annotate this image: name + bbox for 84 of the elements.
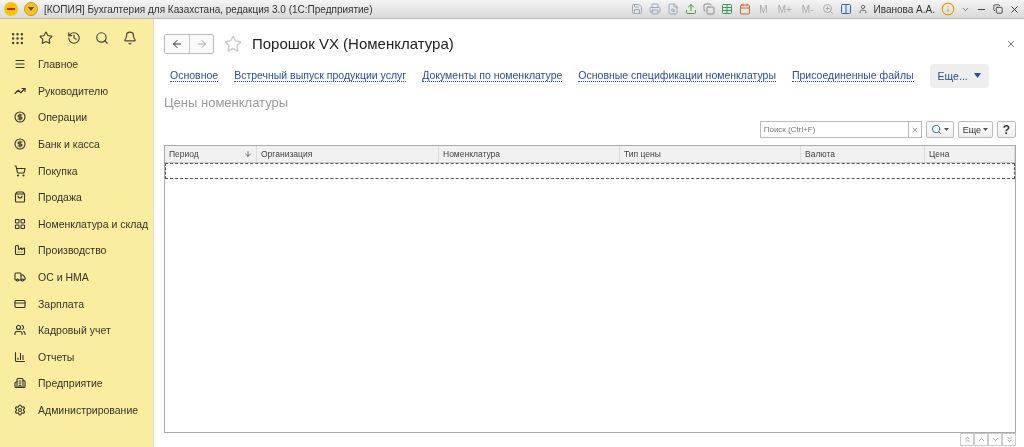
cart-icon — [14, 164, 26, 177]
search-icon — [930, 124, 942, 136]
users-icon — [14, 324, 26, 337]
copy-icon[interactable] — [703, 3, 716, 15]
truck-icon — [14, 271, 26, 284]
sidebar-item[interactable]: ОС и НМА — [38, 271, 89, 284]
sidebar-item[interactable]: Кадровый учет — [38, 324, 111, 337]
caret-icon — [973, 73, 981, 79]
save-icon[interactable] — [631, 3, 644, 15]
column-header[interactable]: Период — [165, 145, 257, 162]
nav-link[interactable]: Основные спецификации номенклатуры — [578, 69, 776, 83]
column-header[interactable]: Тип цены — [620, 145, 801, 162]
table-icon[interactable] — [721, 3, 734, 15]
coin-icon — [14, 138, 26, 151]
search-button[interactable] — [925, 121, 954, 139]
close-icon — [910, 125, 919, 134]
section-title: Цены номенклатуры — [164, 93, 290, 112]
caret-icon — [943, 128, 949, 132]
table-row[interactable] — [165, 162, 1015, 179]
user-icon — [857, 4, 868, 14]
column-header[interactable]: Валюта — [801, 145, 925, 162]
sidebar-item[interactable]: Главное — [38, 58, 79, 71]
coin-icon — [14, 111, 26, 124]
bell-icon[interactable] — [123, 31, 137, 45]
factory-icon — [14, 244, 26, 257]
sidebar-item[interactable]: Руководителю — [38, 84, 109, 97]
caret-icon — [983, 128, 988, 132]
sidebar-item[interactable]: Предприятие — [38, 377, 103, 390]
column-header[interactable]: Номенклатура — [439, 145, 620, 162]
sidebar-item[interactable]: Покупка — [38, 164, 78, 177]
preview-icon[interactable] — [667, 3, 680, 15]
more-link[interactable]: Еще... — [929, 63, 989, 88]
bar-chart-icon — [14, 350, 26, 363]
upload-icon[interactable] — [685, 3, 698, 15]
sidebar-item[interactable]: Продажа — [38, 191, 82, 204]
help-button[interactable]: ? — [997, 121, 1016, 139]
bag-icon — [14, 191, 26, 204]
sidebar-item[interactable]: Банк и касса — [38, 138, 100, 151]
history-icon[interactable] — [67, 31, 81, 45]
back-button[interactable] — [165, 34, 189, 53]
scroll-up-button[interactable] — [974, 433, 988, 447]
nav-link[interactable]: Присоединенные файлы — [791, 69, 914, 83]
sidebar-item[interactable]: Отчеты — [38, 350, 75, 363]
panels-icon[interactable] — [839, 3, 852, 15]
restore-icon[interactable] — [993, 4, 1003, 14]
user-name[interactable]: Иванова А.А. — [873, 3, 935, 15]
list-icon — [14, 58, 26, 71]
sidebar-item[interactable]: Номенклатура и склад — [38, 217, 149, 230]
more-button[interactable]: Еще — [957, 121, 993, 139]
card-icon — [14, 297, 26, 310]
settings-icon — [14, 404, 26, 416]
sidebar-item[interactable]: Производство — [38, 244, 107, 257]
calendar-icon[interactable] — [739, 3, 752, 15]
search-icon[interactable] — [95, 31, 109, 45]
sidebar-item[interactable]: Операции — [38, 111, 88, 124]
print-icon[interactable] — [649, 3, 662, 15]
column-header[interactable]: Цена — [925, 145, 1015, 162]
forward-button[interactable] — [189, 34, 213, 53]
arrow-right-icon — [195, 37, 208, 50]
logo-icon — [4, 2, 18, 16]
close-icon[interactable] — [1006, 38, 1016, 49]
form-title: Порошок VX (Номенклатура) — [252, 35, 454, 53]
double-chevron-down-icon — [1004, 435, 1014, 445]
window-title: [КОПИЯ] Бухгалтерия для Казахстана, редакция 3.0 (1С:Предприятие) — [44, 3, 373, 15]
info-icon[interactable] — [941, 2, 955, 16]
scroll-down-button[interactable] — [988, 433, 1002, 447]
double-chevron-up-icon — [962, 435, 972, 445]
building-icon — [14, 377, 26, 390]
nav-link[interactable]: Основное — [170, 69, 219, 83]
scroll-bottom-button[interactable] — [1002, 433, 1016, 447]
grid-icon — [14, 217, 26, 230]
sidebar-item[interactable]: Администрирование — [38, 404, 139, 416]
nav-link[interactable]: Встречный выпуск продукции услуг — [234, 69, 407, 83]
nav-link[interactable]: Документы по номенклатуре — [422, 69, 563, 83]
menu-dropdown-icon[interactable] — [24, 2, 38, 16]
column-header[interactable]: Организация — [257, 145, 439, 162]
search-field[interactable]: Поиск (Ctrl+F) — [759, 121, 908, 139]
zoom-icon[interactable] — [821, 3, 834, 15]
close-icon[interactable] — [1009, 3, 1020, 15]
arrow-left-icon — [171, 37, 183, 50]
scroll-top-button[interactable] — [960, 433, 974, 447]
apps-icon[interactable] — [10, 30, 25, 46]
star-icon[interactable] — [39, 31, 53, 45]
sidebar-item[interactable]: Зарплата — [38, 297, 84, 310]
